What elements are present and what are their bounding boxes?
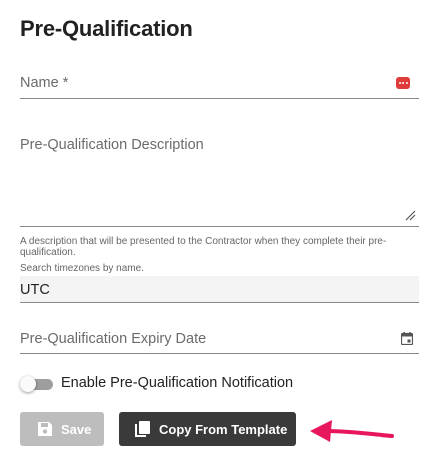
copy-from-template-button[interactable]: Copy From Template — [119, 412, 296, 446]
expiry-date-label: Pre-Qualification Expiry Date — [20, 331, 207, 347]
copy-icon — [135, 420, 150, 437]
notification-toggle[interactable] — [20, 376, 54, 392]
more-horizontal-icon[interactable] — [396, 77, 410, 89]
timezone-value: UTC — [20, 282, 50, 298]
save-button-label: Save — [61, 421, 92, 437]
save-icon — [38, 422, 52, 436]
timezone-helper-text: Search timezones by name. — [20, 263, 144, 274]
calendar-icon[interactable] — [401, 332, 413, 345]
name-field-label: Name * — [20, 75, 69, 91]
page-title: Pre-Qualification — [20, 16, 193, 41]
notification-toggle-label: Enable Pre-Qualification Notification — [61, 375, 294, 391]
pre-qualification-form: Pre-Qualification Name * Pre-Qualificati… — [0, 0, 436, 465]
resize-handle-icon[interactable] — [405, 210, 416, 221]
expiry-date-field[interactable] — [20, 353, 419, 354]
name-field[interactable] — [20, 98, 419, 99]
copy-button-label: Copy From Template — [159, 421, 288, 437]
save-button[interactable]: Save — [20, 412, 104, 446]
description-field[interactable] — [20, 226, 419, 227]
description-field-label: Pre-Qualification Description — [20, 137, 204, 153]
toggle-knob — [20, 376, 36, 392]
timezone-input[interactable]: UTC — [20, 276, 419, 303]
arrow-icon — [310, 420, 394, 442]
description-helper-text: A description that will be presented to … — [20, 236, 387, 258]
